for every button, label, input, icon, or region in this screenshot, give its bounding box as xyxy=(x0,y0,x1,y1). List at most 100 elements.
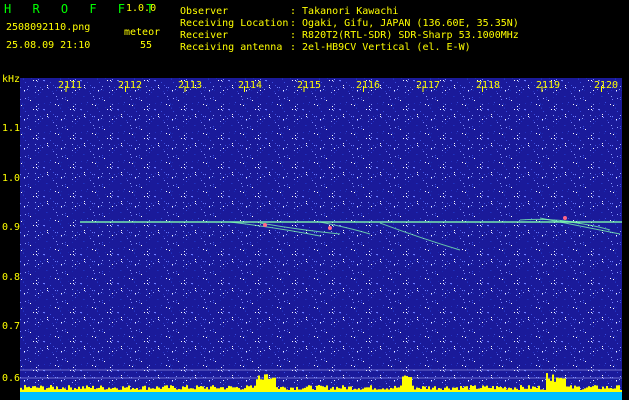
activity-bar xyxy=(526,388,528,392)
activity-bar xyxy=(578,386,580,392)
activity-bar xyxy=(78,386,80,392)
activity-bar xyxy=(574,385,576,392)
activity-bar xyxy=(340,388,342,392)
activity-bar xyxy=(522,386,524,392)
activity-bar xyxy=(452,387,454,392)
activity-bar xyxy=(558,378,560,392)
activity-bar xyxy=(470,385,472,392)
activity-bar xyxy=(440,388,442,392)
activity-bar xyxy=(530,388,532,392)
activity-bar xyxy=(394,385,396,392)
activity-bar xyxy=(296,386,298,392)
activity-bar xyxy=(478,388,480,392)
activity-bar xyxy=(250,385,252,392)
activity-bar xyxy=(224,389,226,392)
activity-bar xyxy=(370,385,372,392)
activity-bar xyxy=(358,388,360,392)
meteor-echo xyxy=(328,226,332,230)
activity-bar xyxy=(122,386,124,392)
activity-bar xyxy=(20,387,22,392)
activity-bar xyxy=(560,377,562,392)
activity-bar xyxy=(584,388,586,392)
activity-bar xyxy=(308,385,310,392)
activity-bar xyxy=(508,387,510,392)
location-row: Receiving Location: Ogaki, Gifu, JAPAN (… xyxy=(180,18,519,29)
activity-bar xyxy=(64,388,66,392)
activity-bar xyxy=(116,388,118,392)
receiver-row: Receiver: R820T2(RTL-SDR) SDR-Sharp 53.1… xyxy=(180,30,519,41)
activity-bar xyxy=(238,388,240,392)
activity-bar xyxy=(266,374,268,392)
activity-bar xyxy=(110,388,112,392)
observer-row: Observer: Takanori Kawachi xyxy=(180,6,398,17)
activity-bar xyxy=(72,389,74,392)
activity-bar xyxy=(368,387,370,392)
activity-bar xyxy=(304,387,306,392)
activity-bar xyxy=(458,389,460,392)
activity-bar xyxy=(268,378,270,392)
activity-bar xyxy=(412,385,414,392)
activity-bar xyxy=(610,388,612,392)
activity-bar xyxy=(132,387,134,392)
activity-bar xyxy=(166,385,168,392)
activity-bar xyxy=(396,387,398,392)
hrofft-spectrogram-window: H R O F F T 1.0.0 2508092110.png 25.08.0… xyxy=(0,0,629,400)
activity-bar xyxy=(482,385,484,392)
activity-bar xyxy=(594,385,596,392)
activity-bar xyxy=(586,387,588,392)
activity-bar xyxy=(216,388,218,392)
activity-bar xyxy=(36,387,38,392)
activity-bar xyxy=(98,387,100,392)
activity-bar xyxy=(170,385,172,392)
activity-bar xyxy=(160,388,162,392)
activity-bar xyxy=(208,389,210,392)
x-tick-label: 2111 xyxy=(58,80,83,91)
activity-bar xyxy=(128,385,130,392)
activity-bar xyxy=(446,386,448,392)
activity-bar xyxy=(284,387,286,392)
activity-bar xyxy=(174,387,176,392)
spectrogram-canvas xyxy=(20,78,622,400)
activity-bar xyxy=(106,389,108,392)
activity-bar xyxy=(228,385,230,392)
activity-bar xyxy=(608,388,610,392)
activity-bar xyxy=(222,387,224,392)
activity-bar xyxy=(196,385,198,392)
meteor-count-label: meteor xyxy=(124,27,161,38)
activity-bar xyxy=(186,385,188,392)
activity-bar xyxy=(80,388,82,392)
activity-bar xyxy=(592,386,594,392)
activity-bar xyxy=(248,386,250,392)
activity-bar xyxy=(354,388,356,392)
activity-bar xyxy=(70,387,72,392)
activity-bar xyxy=(282,386,284,392)
meteor-echo xyxy=(263,223,267,227)
activity-bar xyxy=(48,387,50,392)
activity-bar xyxy=(498,387,500,392)
activity-bar xyxy=(30,388,32,392)
activity-bar xyxy=(144,385,146,392)
activity-bar xyxy=(380,389,382,392)
activity-bar xyxy=(460,386,462,392)
activity-bar xyxy=(362,388,364,392)
activity-bar xyxy=(302,388,304,392)
activity-bar xyxy=(114,387,116,392)
x-tick-label: 2113 xyxy=(178,80,203,91)
activity-bar xyxy=(306,386,308,392)
activity-bar xyxy=(226,388,228,392)
activity-bar xyxy=(24,385,26,392)
activity-bar xyxy=(316,385,318,392)
activity-bar xyxy=(620,389,622,392)
activity-bar xyxy=(220,387,222,392)
activity-bar xyxy=(468,389,470,392)
activity-bar xyxy=(232,387,234,392)
activity-bar xyxy=(270,378,272,392)
activity-bar xyxy=(240,389,242,392)
activity-bar xyxy=(202,386,204,392)
activity-bar xyxy=(206,387,208,392)
activity-bar xyxy=(528,385,530,392)
activity-bar xyxy=(564,378,566,392)
header-panel: H R O F F T 1.0.0 2508092110.png 25.08.0… xyxy=(0,0,629,78)
activity-bar xyxy=(142,386,144,392)
activity-bar xyxy=(34,386,36,392)
